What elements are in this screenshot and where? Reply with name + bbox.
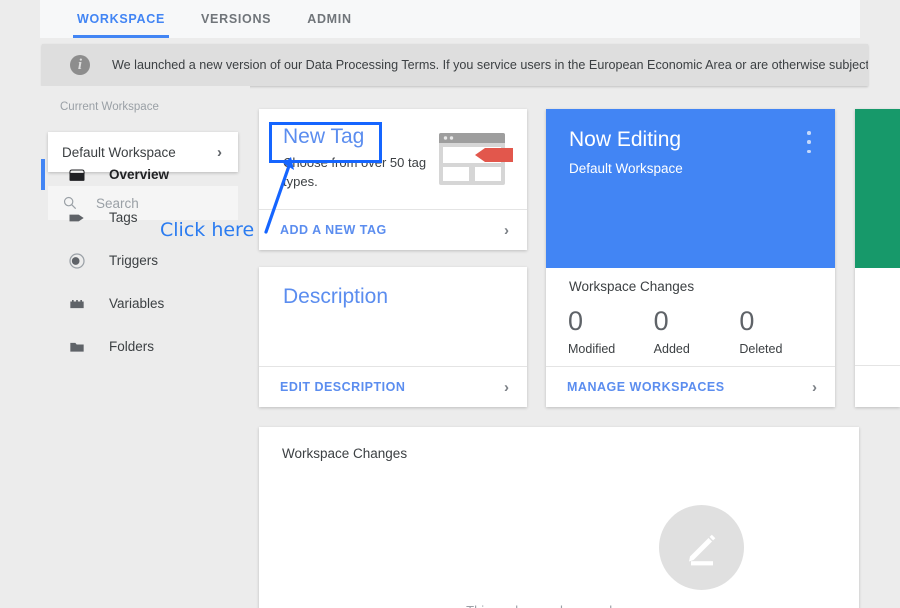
stat-deleted-value: 0 bbox=[739, 306, 755, 336]
tab-versions[interactable]: VERSIONS bbox=[183, 0, 289, 38]
tab-admin-label: ADMIN bbox=[307, 12, 352, 26]
sidebar-item-triggers-label: Triggers bbox=[109, 253, 159, 268]
add-a-new-tag-button[interactable]: ADD A NEW TAG › bbox=[259, 209, 527, 250]
notification-text: We launched a new version of our Data Pr… bbox=[112, 58, 868, 72]
now-editing-card[interactable]: Now Editing Default Workspace Workspace … bbox=[546, 109, 835, 407]
sidebar-item-overview-label: Overview bbox=[109, 167, 170, 182]
overview-icon bbox=[66, 164, 88, 186]
variables-icon bbox=[66, 293, 88, 315]
sidebar-item-tags-label: Tags bbox=[109, 210, 138, 225]
tab-versions-label: VERSIONS bbox=[201, 12, 272, 26]
edit-description-label: EDIT DESCRIPTION bbox=[280, 380, 406, 394]
sidebar-nav: Overview Tags Triggers Variables Folders bbox=[0, 153, 250, 368]
stat-added-caption: Added bbox=[653, 342, 690, 356]
edit-description-button[interactable]: EDIT DESCRIPTION › bbox=[259, 366, 527, 407]
workspace-changes-empty-caption: This workspace has no changes bbox=[259, 603, 859, 608]
workspace-changes-title: Workspace Changes bbox=[282, 446, 408, 461]
new-tag-card[interactable]: New Tag Choose from over 50 tag types. A… bbox=[259, 109, 527, 250]
gtm-workspace-page: WORKSPACE VERSIONS ADMIN i We launched a… bbox=[0, 0, 900, 608]
stat-modified-value: 0 bbox=[568, 306, 584, 336]
new-tag-subtitle: Choose from over 50 tag types. bbox=[283, 155, 427, 189]
new-tag-text-block: New Tag Choose from over 50 tag types. bbox=[283, 125, 453, 191]
sidebar-item-variables-label: Variables bbox=[109, 296, 165, 311]
now-editing-changes-label: Workspace Changes bbox=[569, 279, 695, 294]
tab-admin[interactable]: ADMIN bbox=[289, 0, 369, 38]
info-icon: i bbox=[70, 55, 90, 75]
new-tag-title: New Tag bbox=[283, 125, 365, 148]
add-a-new-tag-label: ADD A NEW TAG bbox=[280, 223, 387, 237]
next-card-partial[interactable] bbox=[855, 109, 900, 407]
next-card-divider bbox=[855, 365, 900, 366]
sidebar-item-variables[interactable]: Variables bbox=[0, 282, 250, 325]
top-tab-bar: WORKSPACE VERSIONS ADMIN bbox=[40, 0, 860, 38]
folder-icon bbox=[66, 336, 88, 358]
stat-modified-caption: Modified bbox=[568, 342, 616, 356]
description-title: Description bbox=[283, 285, 389, 308]
stat-deleted: 0 Deleted bbox=[739, 305, 825, 356]
now-editing-title: Now Editing bbox=[569, 128, 682, 151]
description-card[interactable]: Description EDIT DESCRIPTION › bbox=[259, 267, 527, 407]
trigger-icon bbox=[66, 250, 88, 272]
tab-workspace[interactable]: WORKSPACE bbox=[59, 0, 183, 38]
workspace-changes-panel: Workspace Changes This workspace has no … bbox=[259, 427, 859, 608]
tag-icon bbox=[66, 207, 88, 229]
next-card-header bbox=[855, 109, 900, 268]
chevron-right-icon: › bbox=[504, 378, 509, 396]
stat-added-value: 0 bbox=[653, 306, 669, 336]
more-vert-icon[interactable] bbox=[801, 131, 817, 153]
current-workspace-label: Current Workspace bbox=[60, 101, 159, 113]
chevron-right-icon: › bbox=[504, 221, 509, 239]
sidebar-item-triggers[interactable]: Triggers bbox=[0, 239, 250, 282]
now-editing-subtitle: Default Workspace bbox=[569, 161, 683, 176]
sidebar-item-overview[interactable]: Overview bbox=[0, 153, 250, 196]
sidebar-item-folders[interactable]: Folders bbox=[0, 325, 250, 368]
sidebar-item-folders-label: Folders bbox=[109, 339, 155, 354]
manage-workspaces-label: MANAGE WORKSPACES bbox=[567, 380, 725, 394]
notification-banner: i We launched a new version of our Data … bbox=[42, 44, 868, 86]
stat-modified: 0 Modified bbox=[568, 305, 654, 356]
stat-added: 0 Added bbox=[654, 305, 740, 356]
chevron-right-icon: › bbox=[812, 378, 817, 396]
pencil-icon bbox=[659, 505, 744, 590]
stat-deleted-caption: Deleted bbox=[739, 342, 783, 356]
browser-tag-illustration-icon bbox=[439, 133, 513, 185]
sidebar-item-tags[interactable]: Tags bbox=[0, 196, 250, 239]
workspace-change-stats: 0 Modified 0 Added 0 Deleted bbox=[568, 305, 825, 356]
tab-workspace-label: WORKSPACE bbox=[77, 12, 166, 26]
manage-workspaces-button[interactable]: MANAGE WORKSPACES › bbox=[546, 366, 835, 407]
